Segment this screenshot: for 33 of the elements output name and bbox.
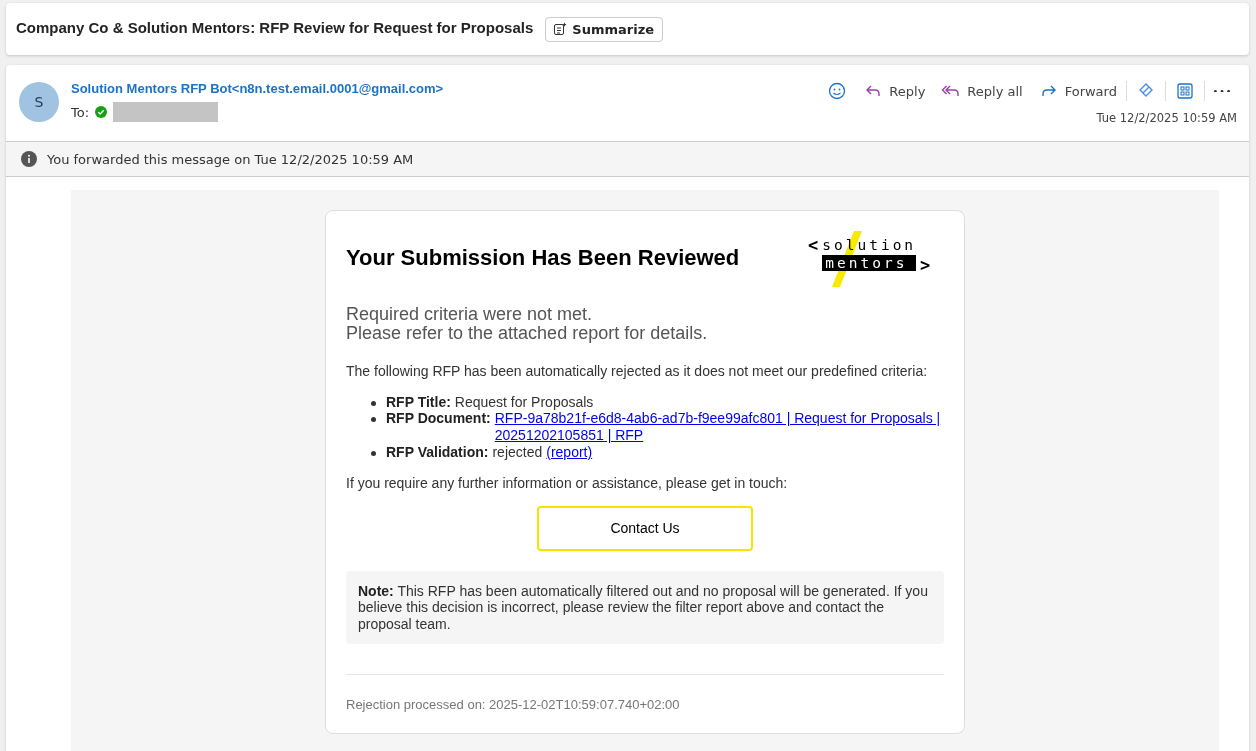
field-label: RFP Validation: <box>386 443 489 461</box>
bullet <box>371 400 376 406</box>
bullet <box>371 417 376 423</box>
summarize-button[interactable]: Summarize <box>545 16 663 42</box>
info-icon <box>21 151 37 167</box>
field-value: rejected <box>492 443 543 461</box>
notes-sparkle-icon <box>553 22 568 36</box>
field-label: RFP Title: <box>386 393 451 411</box>
smile-icon <box>827 81 848 101</box>
forward-button[interactable]: Forward <box>1031 77 1124 105</box>
apps-icon <box>1174 81 1195 101</box>
subheading-line: Required criteria were not met. <box>346 305 594 324</box>
intro-text: The following RFP has been automatically rejected as it does not meet our predefined criteria: <box>346 362 929 380</box>
to-label: To: <box>71 104 90 120</box>
message-timestamp: Tue 12/2/2025 10:59 AM <box>1096 111 1237 125</box>
reply-all-button[interactable]: Reply all <box>934 77 1030 105</box>
forward-notice: You forwarded this message on Tue 12/2/2025 10:59 AM <box>47 151 414 167</box>
email-heading: Your Submission Has Been Reviewed <box>346 245 740 271</box>
contact-prompt: If you require any further information or assistance, please get in touch: <box>346 474 789 492</box>
bullet <box>371 450 376 456</box>
footer-text: Rejection processed on: 2025-12-02T10:59:07.740+02:00 <box>346 696 681 713</box>
field-label: RFP Document: <box>386 410 491 428</box>
field-value: Request for Proposals <box>454 393 594 411</box>
contact-button[interactable]: Contact Us <box>537 505 753 551</box>
avatar: S <box>19 82 59 122</box>
reply-button[interactable]: Reply <box>856 77 933 105</box>
document-link[interactable]: (report) <box>546 443 944 461</box>
more-icon <box>1213 89 1230 93</box>
sender-name[interactable]: Solution Mentors RFP Bot<n8n.test.email.0001@gmail.com> <box>71 81 809 96</box>
subheading-line: Please refer to the attached report for details. <box>346 323 709 343</box>
document-link[interactable]: RFP-9a78b21f-e6d8-4ab6-ad7b-f9ee99afc801 | Request for Proposals | 20251202105851 | RFP <box>494 410 944 444</box>
subject-title: Company Co & Solution Mentors: RFP Review for Request for Proposals <box>16 18 534 36</box>
note-text: Note: This RFP has been automatically filtered out and no proposal will be generated. If you believe this decision is incorrect, please review the filter report above and contact the proposal team. <box>346 570 944 644</box>
